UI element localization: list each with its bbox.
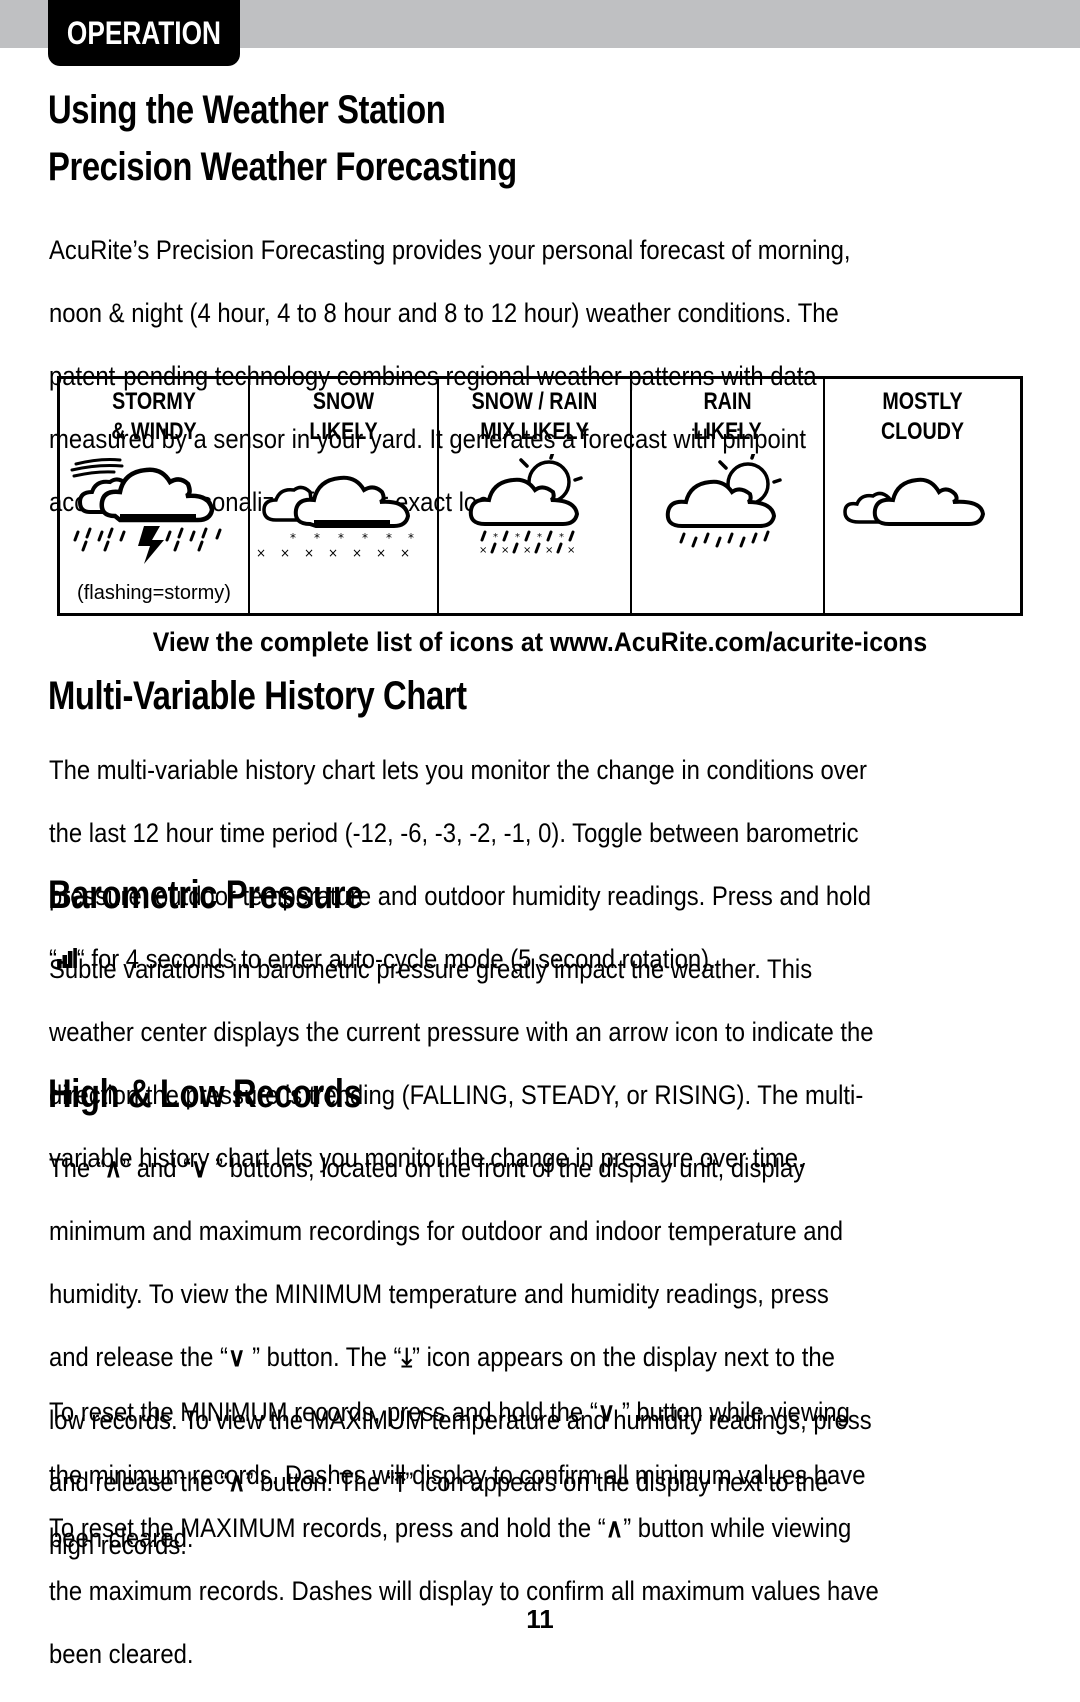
text-line: To reset the MINIMUM records, press and … bbox=[49, 1397, 850, 1428]
svg-text:*: * bbox=[338, 531, 344, 545]
cell-title: SNOW / RAIN MIX LIKELY bbox=[471, 388, 598, 445]
section-tab-operation: OPERATION bbox=[48, 0, 240, 66]
svg-text:×: × bbox=[545, 545, 553, 556]
svg-text:*: * bbox=[493, 532, 498, 543]
heading-using-weather-station: Using the Weather Station bbox=[48, 88, 446, 132]
svg-text:×: × bbox=[400, 546, 410, 560]
rain-likely-icon bbox=[665, 454, 782, 548]
svg-text:×: × bbox=[479, 545, 487, 556]
svg-text:×: × bbox=[376, 546, 386, 560]
text-line: To reset the MAXIMUM records, press and … bbox=[49, 1513, 852, 1544]
svg-text:*: * bbox=[362, 531, 368, 545]
text-line: humidity. To view the MINIMUM temperatur… bbox=[49, 1279, 829, 1310]
text-line: weather center displays the current pres… bbox=[49, 1017, 874, 1048]
forecast-icon-table: STORMY & WINDY (flashing=stormy) SNOW LIKE… bbox=[57, 376, 1023, 616]
svg-text:×: × bbox=[328, 546, 338, 560]
svg-text:×: × bbox=[501, 545, 509, 556]
cell-title: RAIN LIKELY bbox=[693, 388, 762, 445]
heading-precision-forecasting: Precision Weather Forecasting bbox=[48, 145, 517, 189]
heading-history-chart: Multi-Variable History Chart bbox=[48, 674, 467, 718]
svg-text:*: * bbox=[559, 532, 564, 543]
text-line: the last 12 hour time period (-12, -6, -… bbox=[49, 818, 859, 849]
svg-text:*: * bbox=[386, 531, 392, 545]
down-button-icon: ∨ bbox=[191, 1153, 209, 1184]
svg-text:×: × bbox=[256, 546, 266, 560]
text-line: The “∧” and “∨ ” buttons, located on the… bbox=[49, 1153, 806, 1184]
page-number: 11 bbox=[526, 1604, 554, 1634]
up-button-icon: ∧ bbox=[104, 1153, 123, 1184]
svg-text:*: * bbox=[408, 531, 414, 545]
cell-title: SNOW LIKELY bbox=[309, 388, 378, 445]
svg-text:*: * bbox=[537, 532, 542, 543]
snow-likely-icon: * * * * * * × × × × × × × bbox=[256, 475, 414, 560]
snow-rain-mix-icon: * * * * × × × × × bbox=[468, 454, 583, 556]
heading-barometric-pressure: Barometric Pressure bbox=[48, 873, 363, 917]
svg-text:×: × bbox=[352, 546, 362, 560]
forecast-cell-rain-likely: RAIN LIKELY bbox=[632, 379, 825, 613]
svg-text:×: × bbox=[567, 545, 575, 556]
forecast-cell-snow-rain-mix: SNOW / RAIN MIX LIKELY * * * * × × × × × bbox=[439, 379, 632, 613]
section-tab-label: OPERATION bbox=[66, 14, 222, 51]
text-line: Subtle variations in barometric pressure… bbox=[49, 954, 813, 985]
svg-text:×: × bbox=[280, 546, 290, 560]
text-line: been cleared. bbox=[49, 1639, 194, 1670]
up-button-icon: ∧ bbox=[605, 1513, 624, 1544]
forecast-cell-mostly-cloudy: MOSTLY CLOUDY bbox=[825, 379, 1020, 613]
svg-text:×: × bbox=[523, 545, 531, 556]
svg-text:*: * bbox=[290, 531, 296, 545]
icon-list-caption: View the complete list of icons at www.A… bbox=[152, 627, 928, 657]
svg-text:*: * bbox=[314, 531, 320, 545]
text-line: AcuRite’s Precision Forecasting provides… bbox=[49, 235, 851, 266]
heading-high-low-records: High & Low Records bbox=[48, 1072, 362, 1116]
cell-note-flashing: (flashing=stormy) bbox=[77, 582, 231, 604]
forecast-cell-snow-likely: SNOW LIKELY * * * * * * × × × × × × × bbox=[250, 379, 439, 613]
text-line: the maximum records. Dashes will display… bbox=[49, 1576, 879, 1607]
svg-text:*: * bbox=[515, 532, 520, 543]
cell-title: MOSTLY CLOUDY bbox=[880, 388, 965, 445]
text-line: noon & night (4 hour, 4 to 8 hour and 8 … bbox=[49, 298, 839, 329]
stormy-windy-icon bbox=[70, 458, 222, 564]
text-line: minimum and maximum recordings for outdo… bbox=[49, 1216, 844, 1247]
text-line: The multi-variable history chart lets yo… bbox=[49, 755, 867, 786]
down-button-icon: ∨ bbox=[597, 1397, 616, 1428]
cell-title: STORMY & WINDY bbox=[111, 388, 197, 445]
mostly-cloudy-icon bbox=[843, 477, 986, 526]
forecast-cell-stormy-windy: STORMY & WINDY (flashing=stormy) bbox=[60, 379, 250, 613]
svg-text:×: × bbox=[304, 546, 314, 560]
